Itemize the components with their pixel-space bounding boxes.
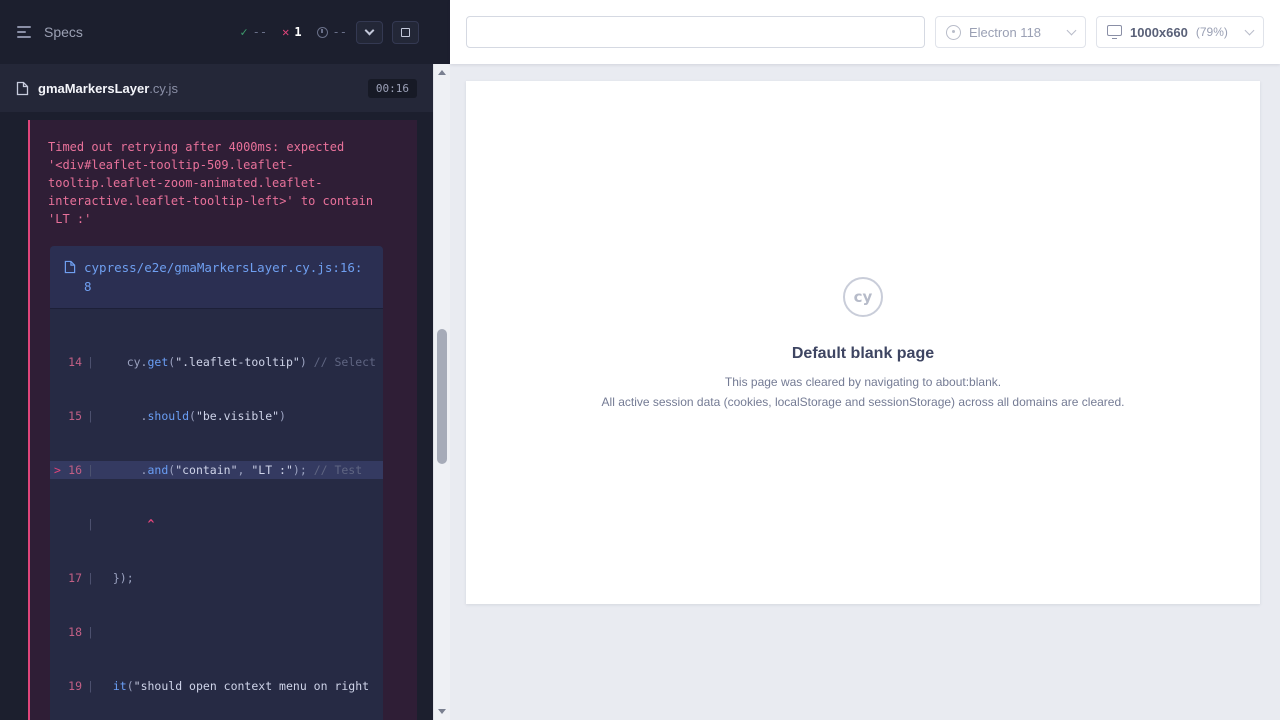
reporter-header: Specs ✓ -- ✕ 1 -- bbox=[0, 0, 433, 64]
cross-icon: ✕ bbox=[282, 25, 289, 39]
blank-page-description: This page was cleared by navigating to a… bbox=[725, 375, 1001, 389]
scroll-up-icon[interactable] bbox=[438, 70, 446, 75]
error-message: Timed out retrying after 4000ms: expecte… bbox=[30, 120, 417, 242]
vertical-scrollbar-thumb[interactable] bbox=[437, 329, 447, 464]
reporter-sidebar: Specs ✓ -- ✕ 1 -- bbox=[0, 0, 433, 720]
aut-pane: Electron 118 1000x660 (79%) cy Default b… bbox=[450, 0, 1280, 720]
stop-icon bbox=[401, 28, 410, 37]
file-icon bbox=[16, 81, 29, 96]
stat-passed: ✓ -- bbox=[240, 25, 267, 39]
code-line: 18| bbox=[50, 623, 383, 641]
cypress-app: Specs ✓ -- ✕ 1 -- bbox=[0, 0, 1280, 720]
code-frame-lines: 14| cy.get(".leaflet-tooltip") // Select… bbox=[50, 309, 383, 720]
file-icon bbox=[64, 260, 76, 274]
spec-name: gmaMarkersLayer.cy.js bbox=[38, 81, 178, 96]
test-stats: ✓ -- ✕ 1 -- bbox=[240, 25, 347, 39]
viewport-scale: (79%) bbox=[1196, 25, 1228, 39]
reporter-scroll-area: Timed out retrying after 4000ms: expecte… bbox=[0, 112, 433, 720]
reporter-scrollbar-column bbox=[433, 0, 450, 720]
chevron-down-icon bbox=[1245, 26, 1255, 36]
failed-attempt-panel: Timed out retrying after 4000ms: expecte… bbox=[28, 120, 417, 720]
spec-header[interactable]: gmaMarkersLayer.cy.js 00:16 bbox=[0, 64, 433, 112]
error-code-frame: cypress/e2e/gmaMarkersLayer.cy.js:16:8 1… bbox=[50, 246, 383, 720]
scroll-down-icon[interactable] bbox=[438, 709, 446, 714]
aut-iframe: cy Default blank page This page was clea… bbox=[466, 81, 1260, 604]
code-line: 14| cy.get(".leaflet-tooltip") // Select bbox=[50, 353, 383, 371]
code-line-highlighted: >16| .and("contain", "LT :"); // Test bbox=[50, 461, 383, 479]
check-icon: ✓ bbox=[240, 25, 247, 39]
spec-duration: 00:16 bbox=[368, 79, 417, 98]
viewport-monitor-icon bbox=[1107, 25, 1122, 36]
stat-pending: -- bbox=[317, 25, 347, 39]
viewport-size: 1000x660 bbox=[1130, 25, 1188, 40]
code-line: 17| }); bbox=[50, 569, 383, 587]
stop-tests-button[interactable] bbox=[392, 21, 419, 44]
code-caret-line: | ^ bbox=[50, 515, 383, 533]
chevron-down-icon bbox=[1067, 26, 1077, 36]
vertical-scrollbar-track[interactable] bbox=[433, 64, 450, 720]
browser-selector[interactable]: Electron 118 bbox=[935, 16, 1086, 48]
electron-browser-icon bbox=[946, 25, 961, 40]
stat-failed: ✕ 1 bbox=[282, 25, 301, 39]
cypress-logo: cy bbox=[843, 277, 883, 317]
url-input[interactable] bbox=[466, 16, 925, 48]
specs-title: Specs bbox=[44, 24, 83, 40]
blank-page-title: Default blank page bbox=[792, 345, 934, 363]
blank-page-description: All active session data (cookies, localS… bbox=[602, 395, 1125, 409]
specs-list-toggle-icon[interactable] bbox=[14, 24, 34, 40]
viewport-selector[interactable]: 1000x660 (79%) bbox=[1096, 16, 1264, 48]
aut-toolbar: Electron 118 1000x660 (79%) bbox=[450, 0, 1280, 64]
collapse-all-button[interactable] bbox=[356, 21, 383, 44]
chevron-down-icon bbox=[365, 26, 375, 36]
code-frame-file-link[interactable]: cypress/e2e/gmaMarkersLayer.cy.js:16:8 bbox=[50, 246, 383, 309]
code-line: 19| it("should open context menu on righ… bbox=[50, 677, 383, 695]
code-line: 15| .should("be.visible") bbox=[50, 407, 383, 425]
clock-icon bbox=[317, 27, 328, 38]
